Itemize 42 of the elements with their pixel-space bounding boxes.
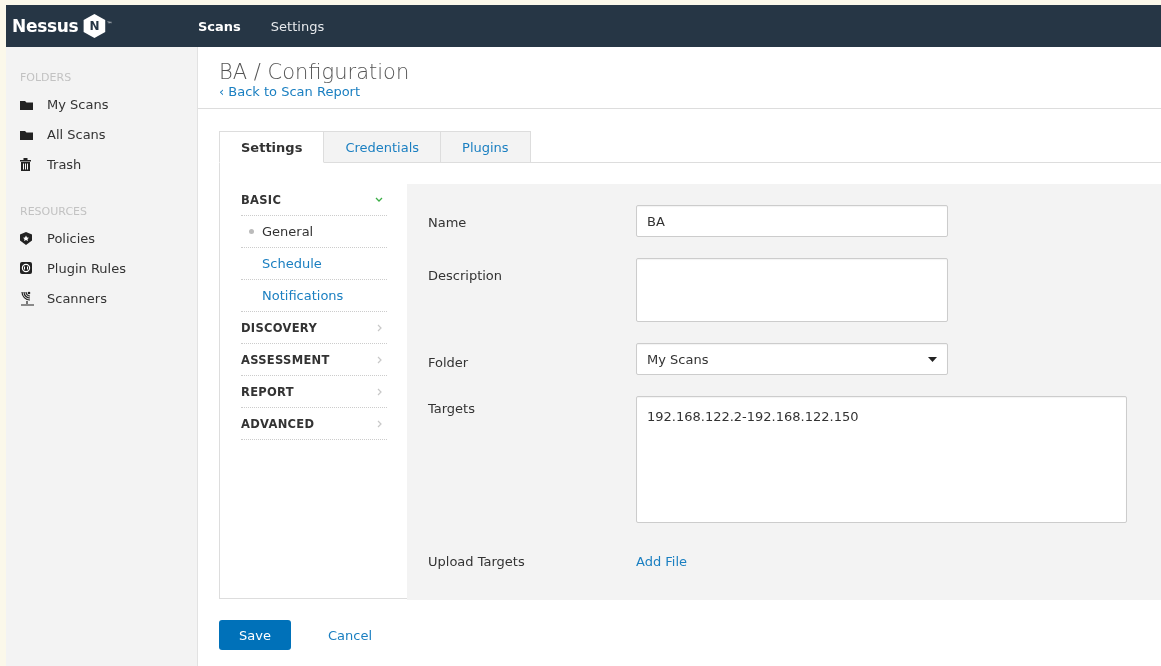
cancel-link[interactable]: Cancel (328, 627, 373, 643)
save-button[interactable]: Save (219, 620, 291, 650)
section-link[interactable]: ADVANCED (241, 416, 315, 431)
subsection-link[interactable]: Schedule (262, 256, 322, 271)
trash-icon (20, 157, 31, 171)
tab[interactable]: Settings (219, 131, 325, 163)
logo-badge: N (82, 14, 107, 38)
nav-link[interactable]: Scans (198, 18, 241, 34)
field-label: Upload Targets (428, 554, 526, 569)
add-file-link[interactable]: Add File (636, 554, 688, 569)
folder-icon (20, 128, 33, 140)
plugin-icon (20, 262, 32, 274)
sidebar-item[interactable]: My Scans (47, 96, 109, 112)
field-label: Targets (428, 400, 476, 418)
sidebar-item[interactable]: All Scans (47, 126, 106, 142)
section-link[interactable]: BASIC (241, 192, 282, 207)
description-field[interactable] (636, 258, 948, 322)
field-label: Name (428, 214, 468, 232)
sidebar-item[interactable]: Plugin Rules (47, 260, 126, 276)
shield-icon (20, 231, 32, 245)
field-label: Folder (428, 354, 470, 372)
tab[interactable]: Credentials (324, 131, 442, 163)
tab[interactable]: Plugins (441, 131, 531, 163)
folder-dropdown[interactable]: My Scans (636, 343, 948, 375)
sidebar-item[interactable]: Trash (47, 156, 82, 172)
subsection-link[interactable]: Notifications (262, 288, 344, 303)
logo-text: Nessus (12, 16, 79, 36)
field-label: Description (428, 267, 504, 285)
subsection-link[interactable]: General (262, 224, 314, 239)
back-link[interactable]: ‹ Back to Scan Report (219, 84, 361, 100)
dropdown-caret-icon (928, 356, 937, 362)
targets-field[interactable]: 192.168.122.2-192.168.122.150 (636, 396, 1127, 523)
page-title: BA / Configuration (219, 60, 410, 84)
nav-link[interactable]: Settings (270, 18, 325, 34)
section-link[interactable]: REPORT (241, 384, 294, 399)
section-link[interactable]: DISCOVERY (241, 320, 318, 335)
folder-icon (20, 98, 33, 110)
sidebar-item[interactable]: Policies (47, 230, 96, 246)
sidebar-item[interactable]: Scanners (47, 290, 107, 306)
section-link[interactable]: ASSESSMENT (241, 352, 330, 367)
satellite-dish-icon (20, 290, 34, 306)
name-field[interactable]: BA (636, 205, 948, 237)
